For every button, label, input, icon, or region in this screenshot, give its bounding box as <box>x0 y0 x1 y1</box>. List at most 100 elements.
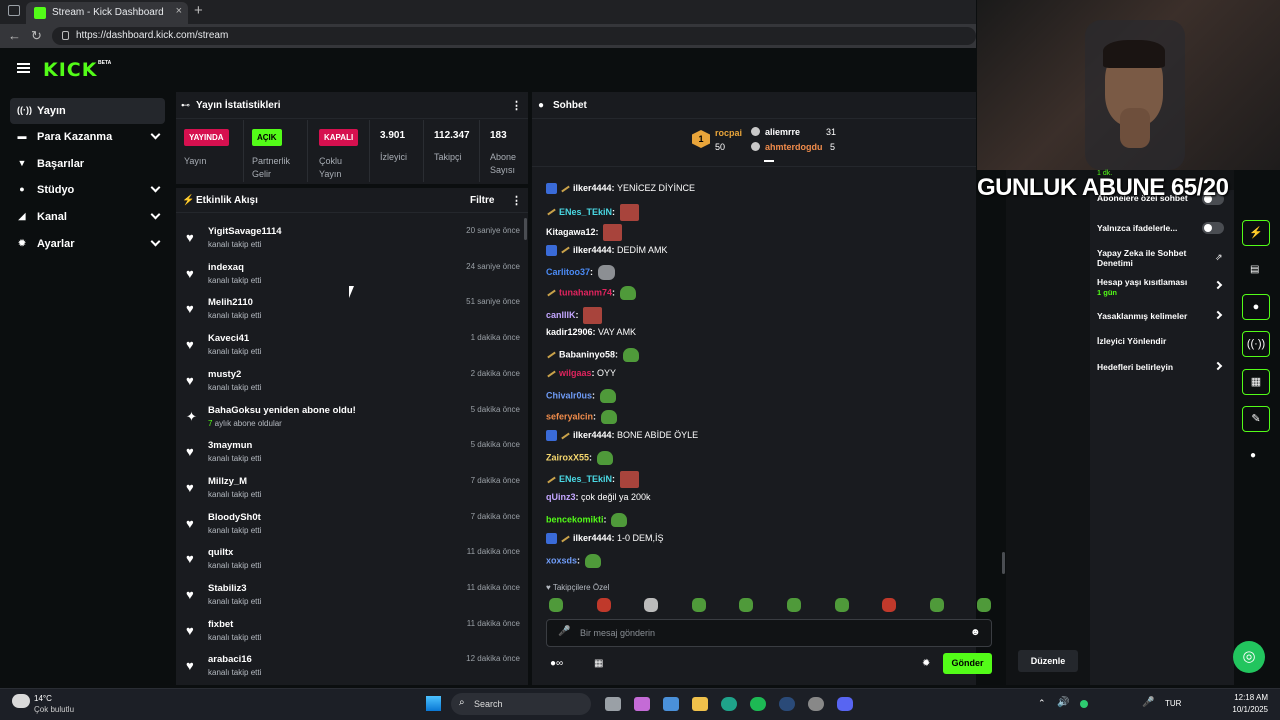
chat-username[interactable]: Kitagawa12 <box>546 227 596 237</box>
sidebar-item-yayin[interactable]: ((·)) Yayın <box>10 98 165 124</box>
banned-words-setting[interactable]: Yasaklanmış kelimeler <box>1097 311 1207 321</box>
tray-status-icon[interactable] <box>1080 700 1088 708</box>
leaderboard-name[interactable]: aliemrre <box>765 127 800 137</box>
chat-message[interactable]: bencekomikti: <box>546 512 628 533</box>
windows-start-icon[interactable] <box>426 696 441 711</box>
layout-tool-icon[interactable]: ▦ <box>1242 369 1270 395</box>
chat-username[interactable]: ilker4444 <box>573 183 612 193</box>
menu-icon[interactable] <box>17 63 30 73</box>
quick-emote-icon[interactable] <box>739 598 754 612</box>
chat-message[interactable]: ENes_TEkiN: <box>546 471 639 491</box>
chat-message[interactable]: ilker4444: YENİCEZ DİYİNCE <box>546 183 695 203</box>
chat-message[interactable]: ilker4444: DEDİM AMK <box>546 245 668 265</box>
tab-actions-icon[interactable] <box>8 5 20 16</box>
store-icon[interactable]: ▦ <box>594 658 603 669</box>
quick-emote-icon[interactable] <box>929 598 944 612</box>
taskbar-search[interactable] <box>451 693 591 715</box>
chat-username[interactable]: ZairoxX55 <box>546 452 589 462</box>
chat-message[interactable]: Carlitoo37: <box>546 265 615 285</box>
activity-row[interactable]: ♥ Stabiliz3 kanalı takip etti 11 dakika önc… <box>176 577 528 612</box>
chat-username[interactable]: bencekomikti <box>546 514 604 524</box>
points-icon[interactable]: ●∞ <box>550 658 563 669</box>
kick-logo[interactable]: KICK <box>43 59 97 81</box>
edge-icon[interactable] <box>721 697 737 711</box>
leaderboard-name[interactable]: rocpai <box>715 128 742 138</box>
activity-row[interactable]: ♥ BloodySh0t kanalı takip etti 7 dakika önc… <box>176 506 528 541</box>
chat-username[interactable]: xoxsds <box>546 555 577 565</box>
notes-tool-icon[interactable]: ▤ <box>1250 264 1259 275</box>
clock-date[interactable]: 10/1/2025 <box>1224 705 1268 714</box>
back-icon[interactable]: ← <box>8 28 21 43</box>
chat-message[interactable]: Kitagawa12: <box>546 224 623 244</box>
new-tab-button[interactable]: + <box>194 2 203 19</box>
tab-close-icon[interactable]: × <box>176 5 182 17</box>
external-link-icon[interactable]: ⇗ <box>1215 252 1223 263</box>
broadcast-tool-icon[interactable]: ((·)) <box>1242 331 1270 357</box>
discord-icon[interactable] <box>837 697 853 711</box>
chat-username[interactable]: Chivalr0us <box>546 390 592 400</box>
quick-emote-icon[interactable] <box>977 598 992 612</box>
send-button[interactable]: Gönder <box>943 653 992 674</box>
chat-username[interactable]: tunahanm74 <box>559 287 612 297</box>
chat-message[interactable]: Chivalr0us: <box>546 389 616 409</box>
chat-message[interactable]: canlllK: <box>546 306 603 327</box>
chat-message[interactable]: tunahanm74: <box>546 286 636 306</box>
chat-message[interactable]: seferyalcin: <box>546 409 617 430</box>
chat-message[interactable]: qUinz3: çok değil ya 200k <box>546 492 651 512</box>
collapse-icon[interactable] <box>764 160 774 162</box>
chat-username[interactable]: Carlitoo37 <box>546 267 590 277</box>
chat-message[interactable]: ilker4444: BONE ABİDE ÖYLE <box>546 430 698 450</box>
chat-username[interactable]: ENes_TEkiN <box>559 474 612 484</box>
activity-row[interactable]: ♥ Millzy_M kanalı takip etti 7 dakika önce <box>176 470 528 505</box>
mic-tray-icon[interactable]: 🎤 <box>1142 697 1154 708</box>
leaderboard-name[interactable]: ahmterdogdu <box>765 142 823 152</box>
chat-message[interactable]: wilgaas: OYY <box>546 368 616 388</box>
goals-setting[interactable]: Hedefleri belirleyin <box>1097 362 1207 372</box>
chat-message[interactable]: Babaninyo58: <box>546 347 639 368</box>
ai-moderation-setting[interactable]: Yapay Zeka ile Sohbet Denetimi <box>1097 248 1209 268</box>
obs-icon[interactable] <box>808 697 824 711</box>
activity-row[interactable]: ♥ fixbet kanalı takip etti 11 dakika önce <box>176 613 528 648</box>
sidebar-item-para-kazanma[interactable]: ▬ Para Kazanma <box>10 124 165 150</box>
copilot-icon[interactable] <box>634 697 650 711</box>
task-view-icon[interactable] <box>605 697 621 711</box>
activity-row[interactable]: ♥ 3maymun kanalı takip etti 5 dakika önce <box>176 434 528 469</box>
chat-username[interactable]: seferyalcin <box>546 411 593 421</box>
chat-username[interactable]: ENes_TEkiN <box>559 206 612 216</box>
weather-temp[interactable]: 14°C <box>34 694 52 703</box>
quick-emote-icon[interactable] <box>691 598 706 612</box>
activity-row[interactable]: ♥ musty2 kanalı takip etti 2 dakika önce <box>176 363 528 398</box>
lightning-tool-icon[interactable]: ⚡ <box>1242 220 1270 246</box>
chat-message[interactable]: ilker4444: 1-0 DEM,İŞ <box>546 533 664 553</box>
filter-button[interactable]: Filtre <box>470 195 494 206</box>
tray-overflow-icon[interactable]: ⌃ <box>1038 698 1046 709</box>
chat-message[interactable]: kadir12906: VAY AMK <box>546 327 636 347</box>
weather-desc[interactable]: Çok bulutlu <box>34 705 74 714</box>
quick-emote-icon[interactable] <box>644 598 659 612</box>
raid-setting[interactable]: İzleyici Yönlendir <box>1097 336 1207 346</box>
activity-row[interactable]: ♥ quiltx kanalı takip etti 11 dakika önce <box>176 541 528 576</box>
chat-message[interactable]: ENes_TEkiN: <box>546 203 639 224</box>
chat-username[interactable]: ilker4444 <box>573 245 612 255</box>
account-age-setting[interactable]: Hesap yaşı kısıtlaması 1 gün <box>1097 277 1207 298</box>
file-explorer-icon[interactable] <box>692 697 708 711</box>
partner-income-badge[interactable]: AÇIK <box>252 129 282 146</box>
sidebar-item-basarilar[interactable]: ▼ Başarılar <box>10 151 165 177</box>
steam-icon[interactable] <box>779 697 795 711</box>
apps-tool-icon[interactable]: ● <box>1250 450 1256 461</box>
microphone-icon[interactable]: 🎤 <box>558 626 570 637</box>
multistream-badge[interactable]: KAPALI <box>319 129 359 146</box>
quick-emote-icon[interactable] <box>549 598 563 612</box>
help-button[interactable]: ◎ <box>1233 641 1265 673</box>
emote-only-toggle[interactable] <box>1202 222 1224 234</box>
volume-icon[interactable]: 🔊 <box>1057 697 1069 708</box>
emoji-picker-icon[interactable]: ☻ <box>970 627 981 638</box>
chat-username[interactable]: ilker4444 <box>573 430 612 440</box>
quick-emote-icon[interactable] <box>787 598 801 612</box>
activity-row[interactable]: ♥ arabaci16 kanalı takip etti 12 dakika önc… <box>176 648 528 683</box>
edit-button[interactable]: Düzenle <box>1018 650 1078 672</box>
sidebar-item-kanal[interactable]: ◢ Kanal <box>10 204 165 230</box>
chat-settings-icon[interactable]: ✹ <box>922 658 930 669</box>
chat-username[interactable]: ilker4444 <box>573 533 612 543</box>
chat-username[interactable]: Babaninyo58 <box>559 349 615 359</box>
